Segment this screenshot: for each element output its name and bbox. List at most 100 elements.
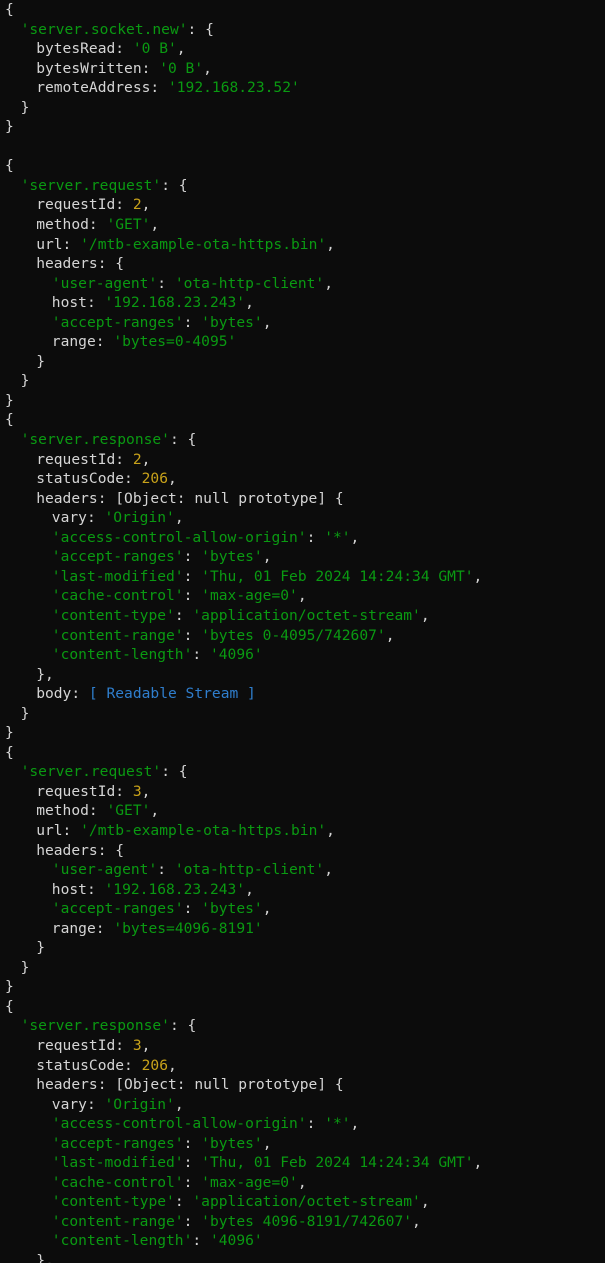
- token-str: 'content-length': [51, 646, 193, 664]
- log-line: 'content-length': '4096': [0, 645, 605, 665]
- token-punct: }: [20, 958, 30, 976]
- log-line: {: [0, 410, 605, 430]
- token-punct: ,: [412, 1212, 421, 1230]
- token-str: '4096': [209, 646, 263, 664]
- token-punct: :: [183, 1134, 202, 1152]
- token-str: 'content-type': [51, 1193, 175, 1211]
- token-str: 'bytes=4096-8191': [113, 919, 263, 937]
- log-line: },: [0, 1251, 605, 1263]
- token-punct: :: [183, 626, 202, 644]
- token-str: 'Origin': [104, 1095, 175, 1113]
- log-line: }: [0, 117, 605, 137]
- token-str: 'content-type': [51, 606, 175, 624]
- token-punct: ,: [350, 1115, 360, 1133]
- log-line: requestId: 3,: [0, 782, 605, 802]
- token-str: 'content-length': [51, 1232, 193, 1250]
- token-punct: :: [183, 1154, 202, 1172]
- token-punct: }: [36, 939, 45, 957]
- token-punct: }: [5, 724, 14, 742]
- log-line: 'accept-ranges': 'bytes',: [0, 899, 605, 919]
- token-punct: ,: [297, 1173, 307, 1191]
- token-str: 'bytes 0-4095/742607': [201, 626, 386, 644]
- log-line: 'user-agent': 'ota-http-client',: [0, 274, 605, 294]
- log-line: 'accept-ranges': 'bytes',: [0, 1134, 605, 1154]
- token-punct: ,: [141, 450, 151, 468]
- token-num: 2: [132, 196, 142, 214]
- token-punct: {: [5, 157, 14, 175]
- log-line: remoteAddress: '192.168.23.52': [0, 78, 605, 98]
- token-punct: :: [192, 1232, 210, 1250]
- token-punct: ,: [245, 880, 254, 898]
- log-line: }: [0, 352, 605, 372]
- token-punct: ,: [245, 294, 254, 312]
- token-str: 'server.socket.new': [20, 20, 188, 38]
- token-punct: :: [183, 1212, 202, 1230]
- token-str: 'GET': [106, 802, 151, 820]
- log-line: range: 'bytes=0-4095': [0, 332, 605, 352]
- token-num: 206: [141, 470, 168, 488]
- token-str: 'last-modified': [51, 567, 184, 585]
- token-punct: {: [5, 997, 14, 1015]
- token-special: [ Readable Stream ]: [88, 685, 256, 703]
- token-key: url:: [36, 235, 81, 253]
- token-key: body:: [36, 685, 89, 703]
- token-str: 'accept-ranges': [51, 313, 184, 331]
- token-key: bytesRead:: [36, 40, 133, 58]
- log-line: },: [0, 665, 605, 685]
- token-str: 'user-agent': [51, 274, 158, 292]
- token-str: 'GET': [106, 216, 151, 234]
- log-line: url: '/mtb-example-ota-https.bin',: [0, 821, 605, 841]
- token-punct: ,: [385, 626, 395, 644]
- token-key: requestId:: [36, 196, 133, 214]
- log-line: }: [0, 958, 605, 978]
- token-punct: : {: [169, 431, 197, 449]
- token-punct: : {: [161, 763, 188, 781]
- token-num: 3: [132, 782, 142, 800]
- terminal-log-output[interactable]: {'server.socket.new': {bytesRead: '0 B',…: [0, 0, 605, 1263]
- token-punct: ,: [141, 782, 151, 800]
- log-line: 'last-modified': 'Thu, 01 Feb 2024 14:24…: [0, 1153, 605, 1173]
- log-line: method: 'GET',: [0, 801, 605, 821]
- token-punct: :: [183, 587, 202, 605]
- token-punct: ,: [176, 40, 186, 58]
- token-str: '0 B': [159, 59, 204, 77]
- token-punct: ,: [167, 1056, 177, 1074]
- token-key: headers: [Object: null prototype] {: [36, 489, 344, 507]
- token-key: requestId:: [36, 782, 133, 800]
- token-str: 'cache-control': [51, 587, 184, 605]
- token-key: host:: [51, 880, 105, 898]
- token-punct: ,: [350, 528, 360, 546]
- token-punct: ,: [167, 470, 177, 488]
- token-punct: }: [5, 391, 14, 409]
- token-str: 'server.request': [20, 763, 162, 781]
- token-str: '/mtb-example-ota-https.bin': [80, 235, 327, 253]
- token-punct: ,: [324, 861, 333, 879]
- token-punct: :: [183, 567, 202, 585]
- token-str: 'ota-http-client': [174, 274, 325, 292]
- token-str: '0 B': [132, 40, 177, 58]
- log-line: }: [0, 391, 605, 411]
- log-line: statusCode: 206,: [0, 469, 605, 489]
- token-key: method:: [36, 216, 107, 234]
- log-line: headers: [Object: null prototype] {: [0, 1075, 605, 1095]
- token-punct: {: [5, 743, 14, 761]
- token-str: '*': [324, 528, 351, 546]
- token-punct: ,: [420, 606, 430, 624]
- token-punct: ,: [262, 313, 272, 331]
- token-punct: }: [20, 98, 30, 116]
- token-str: '4096': [209, 1232, 263, 1250]
- token-punct: ,: [324, 274, 333, 292]
- token-punct: },: [36, 665, 54, 683]
- token-punct: : {: [187, 20, 214, 38]
- token-key: statusCode:: [36, 1056, 142, 1074]
- log-line: 'user-agent': 'ota-http-client',: [0, 860, 605, 880]
- token-punct: {: [5, 1, 14, 18]
- log-line: }: [0, 371, 605, 391]
- token-str: 'server.request': [20, 176, 162, 194]
- token-punct: ,: [203, 59, 212, 77]
- token-str: 'Thu, 01 Feb 2024 14:24:34 GMT': [201, 567, 474, 585]
- token-key: range:: [51, 919, 114, 937]
- token-punct: :: [306, 1115, 325, 1133]
- token-punct: :: [157, 274, 175, 292]
- log-line: }: [0, 704, 605, 724]
